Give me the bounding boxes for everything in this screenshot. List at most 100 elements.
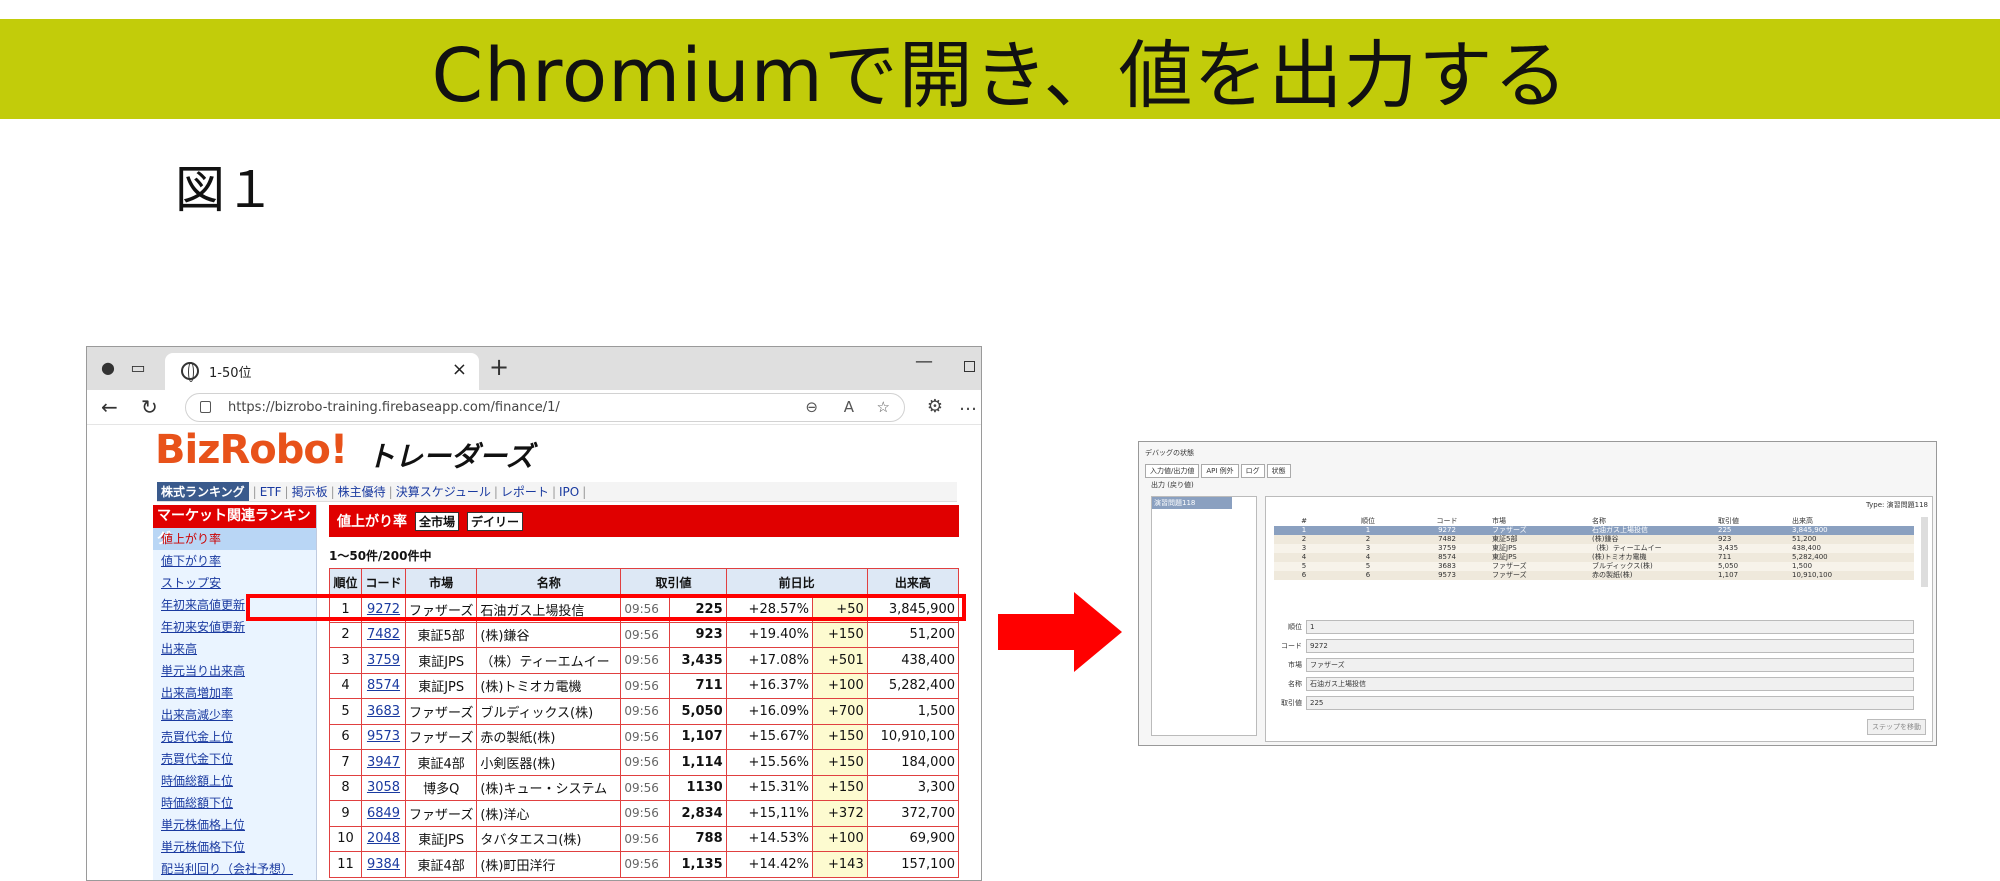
cell-code[interactable]: 6849 — [361, 800, 406, 827]
grid-header: # 順位 コード 市場 名称 取引値 出来高 — [1274, 517, 1914, 526]
nav-ipo[interactable]: IPO — [559, 485, 579, 499]
cell-code[interactable]: 8574 — [361, 672, 406, 699]
sidebar-item[interactable]: 値下がり率 — [153, 550, 316, 572]
nav-board[interactable]: 掲示板 — [292, 483, 328, 500]
url-field[interactable]: https://bizrobo-training.firebaseapp.com… — [185, 393, 905, 422]
grid-col-header[interactable]: 取引値 — [1712, 517, 1792, 526]
market-filter[interactable]: 全市場 — [415, 511, 460, 531]
maximize-icon[interactable] — [964, 361, 975, 372]
grid-row[interactable]: 6 6 9573 ファザーズ 赤の製紙(株) 1,107 10,910,100 — [1274, 571, 1914, 580]
sidebar-item[interactable]: 値上がり率 — [153, 528, 316, 550]
tab-io[interactable]: 入力値/出力値 — [1145, 464, 1200, 478]
sidebar-item[interactable]: 時価総額上位 — [153, 770, 316, 792]
cell-code[interactable]: 3058 — [361, 774, 406, 801]
cell-code[interactable]: 3683 — [361, 698, 406, 725]
reload-icon[interactable]: ↻ — [141, 395, 158, 419]
table-row: 11 9384 東証4部 (株)町田洋行 09:56 1,135 +14.42% +143 15… — [329, 851, 960, 878]
zoom-icon[interactable]: ⊖ — [805, 398, 818, 416]
more-menu-icon[interactable]: … — [959, 394, 977, 415]
grid-col-header[interactable]: 出来高 — [1792, 517, 1852, 526]
profile-icon[interactable]: ● — [97, 357, 119, 379]
col-name[interactable]: 名称 — [476, 568, 622, 597]
col-volume[interactable]: 出来高 — [866, 568, 960, 597]
cell-vol: 1,500 — [866, 698, 960, 725]
close-tab-icon[interactable]: × — [452, 359, 467, 380]
nav-stock-ranking[interactable]: 株式ランキング — [157, 482, 249, 501]
grid-row[interactable]: 3 3 3759 東証JPS （株）ティーエムイー 3,435 438,400 — [1274, 544, 1914, 553]
col-price[interactable]: 取引値 — [620, 568, 727, 597]
browser-tab[interactable]: 1-50位 × — [165, 353, 479, 390]
cell-price: 711 — [669, 672, 727, 699]
grid-col-header[interactable]: 順位 — [1334, 517, 1402, 526]
site-logo[interactable]: BizRobo! — [155, 427, 348, 473]
sidebar-item[interactable]: 単元当り出来高 — [153, 660, 316, 682]
cell-pct: +16.09% — [725, 698, 814, 725]
sidebar-header: マーケット関連ランキング — [153, 505, 316, 547]
tab-strip: ● ▭ 1-50位 × + — — [87, 347, 981, 390]
read-aloud-icon[interactable]: A — [844, 398, 854, 416]
nav-etf[interactable]: ETF — [260, 485, 282, 499]
grid-scrollbar[interactable] — [1921, 517, 1928, 587]
sidebar-item[interactable]: 出来高増加率 — [153, 682, 316, 704]
sidebar-item[interactable]: 売買代金下位 — [153, 748, 316, 770]
grid-row[interactable]: 4 4 8574 東証JPS (株)トミオカ電機 711 5,282,400 — [1274, 553, 1914, 562]
extensions-icon[interactable]: ⚙ — [927, 396, 943, 417]
table-row: 5 3683 ファザーズ ブルディックス(株) 09:56 5,050 +16.09% +70… — [329, 698, 960, 725]
cell-code[interactable]: 3947 — [361, 749, 406, 776]
cell-code[interactable]: 7482 — [361, 621, 406, 648]
col-market[interactable]: 市場 — [404, 568, 478, 597]
tab-actions-icon[interactable]: ▭ — [127, 357, 149, 379]
sidebar-item[interactable]: 出来高 — [153, 638, 316, 660]
grid-row[interactable]: 1 1 9272 ファザーズ 石油ガス上場投信 225 3,845,900 — [1274, 526, 1914, 535]
field-value[interactable]: ファザーズ — [1306, 657, 1914, 672]
ranking-header: 値上がり率 全市場 デイリー — [329, 505, 959, 537]
period-filter[interactable]: デイリー — [467, 511, 524, 531]
sidebar-item[interactable]: 出来高減少率 — [153, 704, 316, 726]
tab-log[interactable]: ログ — [1240, 464, 1265, 478]
tab-state[interactable]: 状態 — [1266, 464, 1291, 478]
cell-market: 東証5部 — [404, 621, 478, 648]
cell-market: 東証4部 — [404, 749, 478, 776]
step-button[interactable]: ステップを移動 — [1867, 719, 1926, 735]
grid-row[interactable]: 2 2 7482 東証5部 (株)鎌谷 923 51,200 — [1274, 535, 1914, 544]
cell-code[interactable]: 9384 — [361, 851, 406, 878]
nav-report[interactable]: レポート — [501, 483, 549, 500]
sidebar-item[interactable]: 配当利回り（会社予想） — [153, 858, 316, 880]
grid-col-header[interactable]: 名称 — [1592, 517, 1712, 526]
sidebar-item[interactable]: 時価総額下位 — [153, 792, 316, 814]
nav-schedule[interactable]: 決算スケジュール — [396, 483, 491, 500]
cell-diff: +150 — [812, 749, 868, 776]
table-row: 6 9573 ファザーズ 赤の製紙(株) 09:56 1,107 +15.67% +150 10… — [329, 723, 960, 750]
favorite-icon[interactable]: ☆ — [877, 398, 890, 416]
table-row: 2 7482 東証5部 (株)鎌谷 09:56 923 +19.40% +150 51,200 — [329, 621, 960, 648]
sidebar-item[interactable]: 単元株価格上位 — [153, 814, 316, 836]
grid-cell: 1,107 — [1718, 571, 1739, 579]
field-value[interactable]: 225 — [1306, 695, 1914, 710]
tab-api[interactable]: API 例外 — [1201, 464, 1239, 478]
field-value[interactable]: 1 — [1306, 619, 1914, 634]
grid-col-header[interactable]: コード — [1402, 517, 1492, 526]
back-icon[interactable]: ← — [101, 395, 118, 419]
grid-cell: 東証JPS — [1492, 553, 1517, 561]
grid-row[interactable]: 5 5 3683 ファザーズ ブルディックス(株) 5,050 1,500 — [1274, 562, 1914, 571]
field-value[interactable]: 9272 — [1306, 638, 1914, 653]
new-tab-icon[interactable]: + — [489, 353, 509, 381]
col-code[interactable]: コード — [361, 568, 406, 597]
sidebar-item[interactable]: ストップ安 — [153, 572, 316, 594]
field-row: コード 9272 — [1274, 636, 1914, 655]
grid-col-header[interactable]: # — [1274, 517, 1334, 526]
field-value[interactable]: 石油ガス上場投信 — [1306, 676, 1914, 691]
nav-benefits[interactable]: 株主優待 — [338, 483, 386, 500]
col-change[interactable]: 前日比 — [725, 568, 868, 597]
cell-code[interactable]: 2048 — [361, 825, 406, 852]
output-item[interactable]: 演習問題118 — [1152, 497, 1232, 509]
sidebar-item[interactable]: 売買代金上位 — [153, 726, 316, 748]
output-grid: # 順位 コード 市場 名称 取引値 出来高 1 1 9272 ファザーズ 石油ガス上場投信 225 3,… — [1274, 517, 1914, 580]
minimize-icon[interactable]: — — [915, 351, 933, 372]
cell-code[interactable]: 9573 — [361, 723, 406, 750]
grid-col-header[interactable]: 市場 — [1492, 517, 1592, 526]
col-rank[interactable]: 順位 — [329, 568, 362, 597]
cell-code[interactable]: 3759 — [361, 647, 406, 674]
grid-cell: 5 — [1365, 562, 1371, 570]
sidebar-item[interactable]: 単元株価格下位 — [153, 836, 316, 858]
